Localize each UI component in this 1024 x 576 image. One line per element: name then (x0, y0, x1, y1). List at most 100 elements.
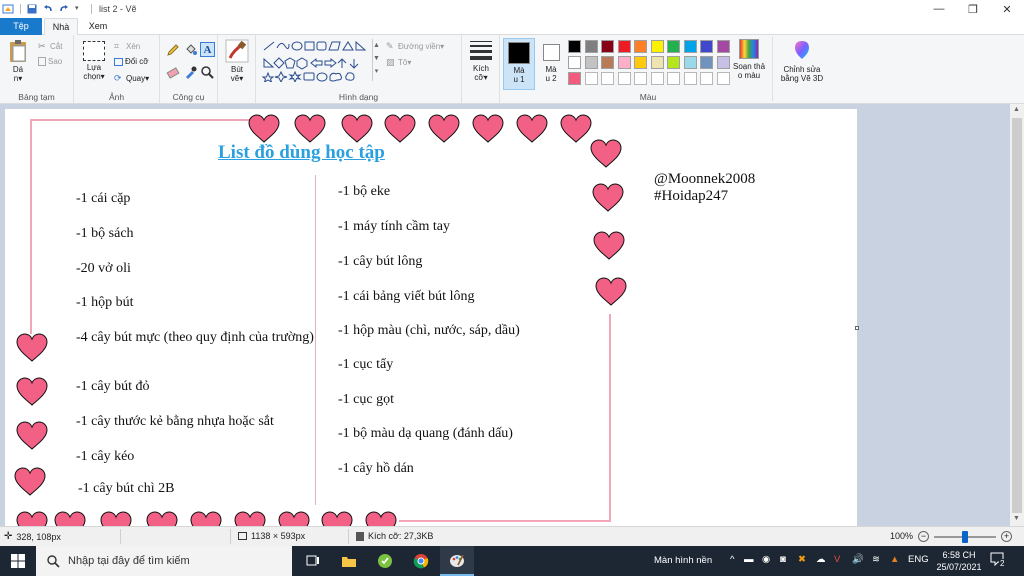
volume-icon[interactable]: 🔊 (852, 554, 864, 565)
wifi-icon[interactable]: ≋ (872, 554, 880, 565)
chrome-button[interactable] (404, 546, 438, 576)
color-swatch[interactable] (683, 56, 697, 69)
outline-button[interactable]: ✎ Đường viền▾ (386, 41, 444, 51)
empty-color-slot[interactable] (700, 72, 713, 85)
image-size-text: 1138 × 593px (251, 531, 306, 541)
tray-zoom-icon[interactable]: ◙ (780, 554, 786, 565)
shapes-scroll[interactable]: ▲ ▼ ▾ (372, 39, 380, 81)
color-swatch[interactable] (667, 56, 680, 69)
paint3d-button[interactable]: Chỉnh sửa bằng Vẽ 3D (776, 39, 828, 83)
color-swatch[interactable] (584, 56, 598, 69)
color-swatch[interactable] (650, 56, 664, 69)
tray-fire-icon[interactable]: ▲ (890, 554, 899, 565)
color-swatch[interactable] (650, 40, 664, 53)
zoom-out-button[interactable]: − (918, 531, 929, 542)
drawing-canvas[interactable]: List đồ dùng học tập @Moonnek2008 #Hoida… (5, 109, 857, 526)
taskbar-search[interactable]: Nhập tại đây để tìm kiếm (36, 546, 292, 576)
tray-camera-icon[interactable]: ◉ (762, 554, 770, 565)
app-green-button[interactable] (368, 546, 402, 576)
paste-button[interactable]: Dá n▾ (4, 39, 32, 83)
resize-button[interactable]: Đổi cỡ (114, 57, 148, 66)
start-button[interactable] (0, 546, 36, 576)
size-group: Kích cỡ▾ (462, 35, 500, 104)
clock[interactable]: 6:58 CH 25/07/2021 (934, 549, 984, 573)
fill-bucket-icon[interactable] (184, 43, 198, 57)
tray-cloud-icon[interactable]: ☁ (816, 554, 826, 565)
color-swatch[interactable] (601, 56, 614, 69)
empty-color-slot[interactable] (634, 72, 647, 85)
text-tool-icon[interactable]: A (200, 42, 215, 57)
left-list-item: -4 cây bút mực (theo quy định của trường… (76, 330, 314, 345)
undo-icon[interactable] (43, 4, 53, 14)
scroll-down-icon[interactable]: ▼ (1013, 515, 1021, 523)
color-swatch[interactable] (700, 40, 713, 53)
select-button[interactable]: Lựa chọn▾ (78, 39, 110, 81)
color-swatch[interactable] (617, 56, 631, 69)
magnifier-icon[interactable] (200, 65, 214, 79)
color-swatch[interactable] (617, 40, 631, 53)
empty-color-slot[interactable] (650, 72, 664, 85)
scroll-up-icon[interactable]: ▲ (1013, 106, 1021, 114)
tab-home[interactable]: Nhà (44, 18, 78, 36)
maximize-button[interactable]: ❐ (956, 0, 990, 18)
fill-button[interactable]: ▨ Tô▾ (386, 57, 411, 67)
scroll-thumb[interactable] (1012, 118, 1022, 513)
tab-file[interactable]: Tệp (0, 18, 42, 35)
canvas-resize-handle[interactable] (855, 326, 859, 330)
tray-app-icon[interactable]: ▬ (744, 554, 754, 565)
zoom-in-button[interactable]: + (1001, 531, 1012, 542)
color-swatch[interactable] (716, 40, 730, 53)
shapes-gallery[interactable] (262, 40, 380, 82)
minimize-button[interactable]: — (922, 0, 956, 18)
empty-color-slot[interactable] (716, 72, 730, 85)
empty-color-slot[interactable] (667, 72, 680, 85)
color-swatch[interactable] (568, 40, 581, 53)
empty-color-slot[interactable] (584, 72, 598, 85)
copy-button[interactable]: Sao (38, 57, 62, 66)
vertical-scrollbar[interactable]: ▲ ▼ (1010, 104, 1024, 526)
file-explorer-button[interactable] (332, 546, 366, 576)
color-swatch[interactable] (700, 56, 713, 69)
paint-taskbar-button[interactable] (440, 546, 474, 576)
tab-view[interactable]: Xem (80, 18, 116, 35)
custom-color-swatch[interactable] (568, 72, 581, 85)
edit-colors-button[interactable]: Soạn thả o màu (730, 39, 768, 80)
tools-group: A Công cụ (160, 35, 218, 104)
close-button[interactable]: ✕ (990, 0, 1024, 18)
customize-quick-access-icon[interactable]: ▾ (75, 4, 85, 14)
color-picker-icon[interactable] (184, 65, 198, 79)
color-swatch[interactable] (716, 56, 730, 69)
rotate-button[interactable]: ⟳ Quay▾ (114, 73, 149, 83)
color-swatch[interactable] (568, 56, 581, 69)
empty-color-slot[interactable] (617, 72, 631, 85)
color-swatch[interactable] (601, 40, 614, 53)
outline-label: Đường viền▾ (398, 41, 445, 51)
color-swatch[interactable] (584, 40, 598, 53)
brushes-button[interactable]: Bút vẽ▾ (222, 39, 252, 83)
color-swatch[interactable] (683, 40, 697, 53)
color-swatch[interactable] (634, 40, 647, 53)
color-swatch[interactable] (634, 56, 647, 69)
color1-button[interactable]: Mà u 1 (503, 38, 535, 90)
color-swatch[interactable] (667, 40, 680, 53)
color2-button[interactable]: Mà u 2 (537, 38, 565, 90)
tray-v-icon[interactable]: V (834, 554, 840, 565)
empty-color-slot[interactable] (601, 72, 614, 85)
tray-overflow-icon[interactable]: ^ (730, 554, 734, 565)
save-icon[interactable] (27, 4, 37, 14)
empty-color-slot[interactable] (683, 72, 697, 85)
status-separator (230, 529, 231, 544)
tray-app-orange-icon[interactable]: ✖ (798, 554, 806, 565)
size-button[interactable]: Kích cỡ▾ (465, 41, 497, 82)
notification-center-button[interactable]: 2 (990, 552, 1010, 570)
redo-icon[interactable] (59, 4, 69, 14)
brushes-label: Bút vẽ▾ (230, 65, 244, 83)
eraser-icon[interactable] (166, 65, 180, 79)
desktop-label[interactable]: Màn hình nền (654, 555, 712, 566)
language-indicator[interactable]: ENG (908, 554, 929, 565)
zoom-slider-thumb[interactable] (962, 531, 968, 543)
pencil-icon[interactable] (166, 43, 180, 57)
crop-button[interactable]: ⌗ Xén (114, 41, 140, 51)
task-view-button[interactable] (296, 546, 330, 576)
cut-button[interactable]: ✂ Cắt (38, 41, 62, 51)
